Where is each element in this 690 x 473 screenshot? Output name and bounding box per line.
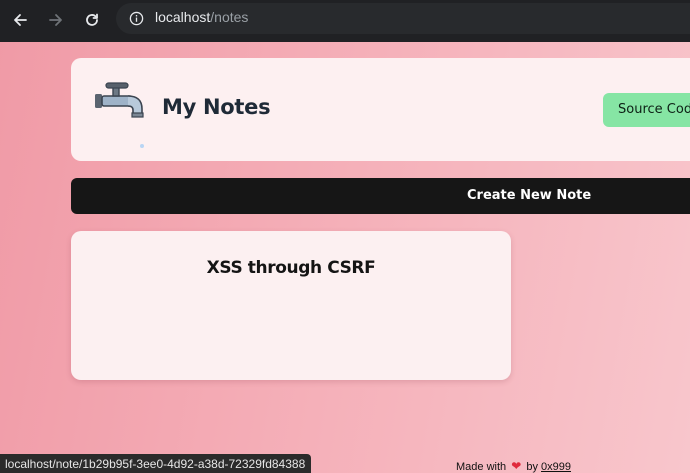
page-title: My Notes: [162, 95, 271, 119]
info-icon: [129, 11, 144, 26]
create-note-label: Create New Note: [467, 188, 592, 203]
site-info-button[interactable]: [126, 8, 147, 29]
footer-made-with: Made with: [456, 461, 507, 473]
forward-button[interactable]: [43, 7, 69, 33]
url-path: /notes: [210, 9, 249, 25]
heart-icon: ❤: [511, 459, 522, 473]
note-card[interactable]: XSS through CSRF: [71, 231, 511, 380]
loading-dot: [140, 144, 144, 148]
back-button[interactable]: [7, 7, 33, 33]
footer-by: by: [526, 461, 538, 473]
reload-button[interactable]: [79, 7, 105, 33]
create-note-button[interactable]: Create New Note: [71, 178, 690, 214]
url-host: localhost: [155, 9, 211, 25]
faucet-logo-icon: [95, 82, 144, 118]
arrow-left-icon: [14, 14, 27, 26]
arrow-right-icon: [49, 14, 62, 26]
reload-icon: [86, 13, 98, 26]
note-title[interactable]: XSS through CSRF: [71, 258, 511, 278]
author-link[interactable]: 0x999: [541, 461, 571, 473]
address-bar[interactable]: localhost/notes: [116, 3, 690, 34]
header-card: My Notes Source Code: [71, 58, 690, 161]
browser-toolbar: localhost/notes: [0, 0, 690, 42]
link-status-bar: localhost/note/1b29b95f-3ee0-4d92-a38d-7…: [0, 454, 312, 473]
footer: Made with ❤ by 0x999: [456, 459, 571, 473]
url-text[interactable]: localhost/notes: [155, 9, 248, 25]
source-code-button[interactable]: Source Code: [603, 93, 690, 127]
